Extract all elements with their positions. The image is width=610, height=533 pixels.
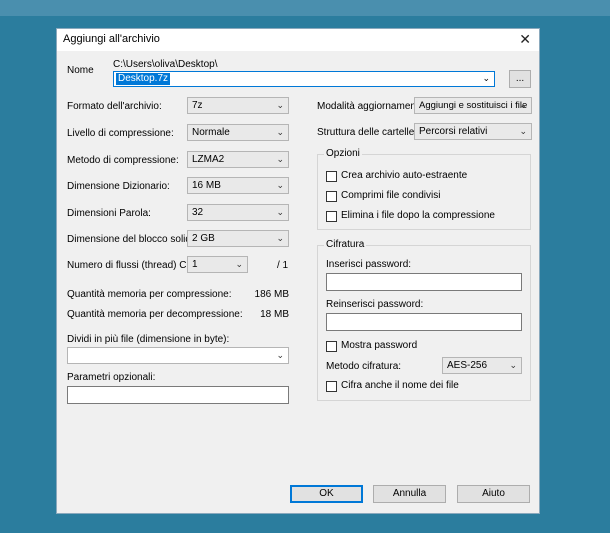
split-size-combo[interactable]: ⌄ xyxy=(67,347,289,364)
chevron-down-icon: ⌄ xyxy=(276,207,284,217)
update-mode-label: Modalità aggiornamento: xyxy=(317,101,428,112)
path-mode-label: Struttura delle cartelle: xyxy=(317,127,418,138)
name-label: Nome xyxy=(67,65,94,76)
path-mode-select[interactable]: Percorsi relativi ⌄ xyxy=(414,123,532,140)
memory-compression-value: 186 MB xyxy=(254,289,289,300)
format-value: 7z xyxy=(192,100,203,111)
chevron-down-icon: ⌄ xyxy=(276,350,284,360)
chevron-down-icon: ⌄ xyxy=(509,360,517,370)
delete-after-checkbox[interactable] xyxy=(326,211,337,222)
params-input[interactable] xyxy=(67,386,289,404)
browse-button[interactable]: ... xyxy=(509,70,531,88)
encryption-method-value: AES-256 xyxy=(447,360,488,371)
params-label: Parametri opzionali: xyxy=(67,372,156,383)
dictionary-value: 16 MB xyxy=(192,180,221,191)
method-label: Metodo di compressione: xyxy=(67,155,179,166)
password-confirm-label: Reinserisci password: xyxy=(326,299,424,310)
method-value: LZMA2 xyxy=(192,154,225,165)
cancel-button[interactable]: Annulla xyxy=(373,485,446,503)
dictionary-select[interactable]: 16 MB ⌄ xyxy=(187,177,289,194)
encrypt-names-label: Cifra anche il nome dei file xyxy=(341,380,459,391)
update-mode-select[interactable]: Aggiungi e sostituisci i file ⌄ xyxy=(414,97,532,114)
title-bar: Aggiungi all'archivio ✕ xyxy=(57,29,539,51)
solid-block-value: 2 GB xyxy=(192,233,215,244)
method-select[interactable]: LZMA2 ⌄ xyxy=(187,151,289,168)
solid-block-label: Dimensione del blocco solido: xyxy=(67,234,200,245)
close-icon[interactable]: ✕ xyxy=(519,31,531,48)
chevron-down-icon: ⌄ xyxy=(519,100,527,110)
password-label: Inserisci password: xyxy=(326,259,412,270)
encryption-group: Cifratura Inserisci password: Reinserisc… xyxy=(317,239,531,401)
archive-path: C:\Users\oliva\Desktop\ xyxy=(113,59,218,70)
add-to-archive-dialog: Aggiungi all'archivio ✕ Nome C:\Users\ol… xyxy=(56,28,540,514)
sfx-label: Crea archivio auto-estraente xyxy=(341,170,468,181)
level-value: Normale xyxy=(192,127,230,138)
password-confirm-input[interactable] xyxy=(326,313,522,331)
level-select[interactable]: Normale ⌄ xyxy=(187,124,289,141)
chevron-down-icon: ⌄ xyxy=(276,180,284,190)
threads-label: Numero di flussi (thread) CPU: xyxy=(67,260,204,271)
split-label: Dividi in più file (dimensione in byte): xyxy=(67,334,230,345)
solid-block-select[interactable]: 2 GB ⌄ xyxy=(187,230,289,247)
encryption-method-select[interactable]: AES-256 ⌄ xyxy=(442,357,522,374)
update-mode-value: Aggiungi e sostituisci i file xyxy=(419,100,528,111)
help-button[interactable]: Aiuto xyxy=(457,485,530,503)
options-group: Opzioni Crea archivio auto-estraente Com… xyxy=(317,148,531,230)
chevron-down-icon: ⌄ xyxy=(235,259,243,269)
encryption-method-label: Metodo cifratura: xyxy=(326,361,402,372)
format-select[interactable]: 7z ⌄ xyxy=(187,97,289,114)
chevron-down-icon[interactable]: ⌄ xyxy=(482,73,490,84)
ok-button[interactable]: OK xyxy=(290,485,363,503)
chevron-down-icon: ⌄ xyxy=(276,127,284,137)
window-title: Aggiungi all'archivio xyxy=(63,33,160,45)
chevron-down-icon: ⌄ xyxy=(276,154,284,164)
memory-decompression-label: Quantità memoria per decompressione: xyxy=(67,309,243,320)
delete-after-label: Elimina i file dopo la compressione xyxy=(341,210,495,221)
encryption-title: Cifratura xyxy=(324,239,367,250)
chevron-down-icon: ⌄ xyxy=(276,100,284,110)
dictionary-label: Dimensione Dizionario: xyxy=(67,181,170,192)
chevron-down-icon: ⌄ xyxy=(276,233,284,243)
show-password-label: Mostra password xyxy=(341,340,418,351)
memory-compression-label: Quantità memoria per compressione: xyxy=(67,289,232,300)
threads-value: 1 xyxy=(192,259,198,270)
shared-files-checkbox[interactable] xyxy=(326,191,337,202)
sfx-checkbox[interactable] xyxy=(326,171,337,182)
threads-select[interactable]: 1 ⌄ xyxy=(187,256,248,273)
path-mode-value: Percorsi relativi xyxy=(419,126,488,137)
archive-name-combo[interactable]: Desktop.7z ⌄ xyxy=(113,71,495,87)
password-input[interactable] xyxy=(326,273,522,291)
word-size-label: Dimensioni Parola: xyxy=(67,208,151,219)
memory-decompression-value: 18 MB xyxy=(260,309,289,320)
chevron-down-icon: ⌄ xyxy=(519,126,527,136)
word-size-select[interactable]: 32 ⌄ xyxy=(187,204,289,221)
show-password-checkbox[interactable] xyxy=(326,341,337,352)
shared-files-label: Comprimi file condivisi xyxy=(341,190,441,201)
format-label: Formato dell'archivio: xyxy=(67,101,162,112)
threads-max: / 1 xyxy=(277,260,289,271)
level-label: Livello di compressione: xyxy=(67,128,174,139)
word-size-value: 32 xyxy=(192,207,204,218)
desktop-bar xyxy=(0,0,610,16)
archive-name-value: Desktop.7z xyxy=(116,73,171,85)
encrypt-names-checkbox[interactable] xyxy=(326,381,337,392)
options-title: Opzioni xyxy=(324,148,362,159)
